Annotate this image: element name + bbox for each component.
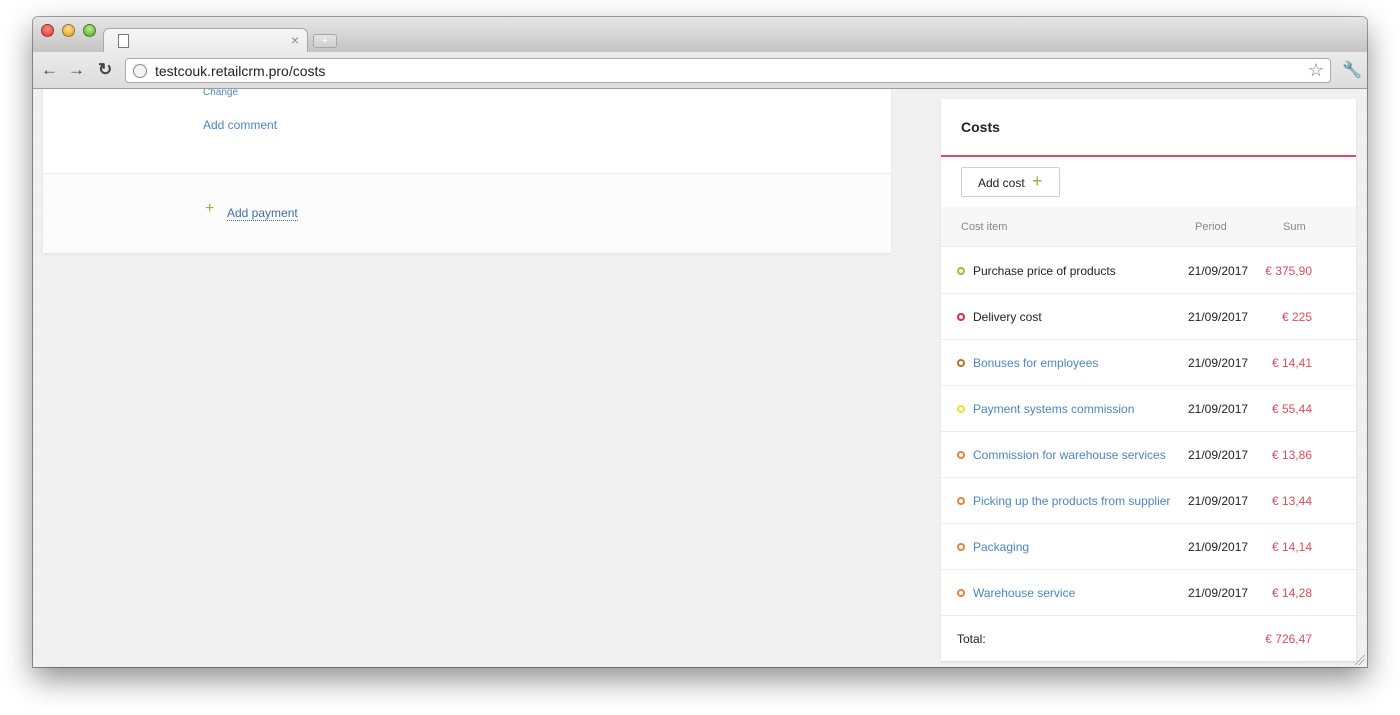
cost-item-name[interactable]: Commission for warehouse services [973, 448, 1166, 462]
cost-item-sum: € 13,86 [1271, 448, 1312, 462]
cost-item-period: 21/09/2017 [1188, 540, 1249, 554]
cost-item-name[interactable]: Picking up the products from supplier [973, 494, 1170, 508]
cost-item-period: 21/09/2017 [1188, 494, 1249, 508]
title-bar: × + [33, 17, 1367, 53]
divider [43, 173, 891, 174]
document-icon [118, 34, 129, 48]
total-row: Total: € 726,47 [941, 616, 1356, 660]
cost-item-name[interactable]: Bonuses for employees [973, 356, 1098, 370]
add-payment-link[interactable]: Add payment [227, 206, 298, 221]
cost-item-name: Purchase price of products [973, 264, 1116, 278]
add-cost-button[interactable]: Add cost + [961, 167, 1060, 197]
page-viewport: Change Add comment + Add payment Costs A… [33, 89, 1367, 667]
cost-item-name[interactable]: Payment systems commission [973, 402, 1134, 416]
payment-section [43, 174, 891, 253]
minimize-window-button[interactable] [62, 24, 75, 37]
costs-table-header: Cost item Period Sum [941, 207, 1356, 247]
table-row: Bonuses for employees 21/09/2017 € 14,41 [941, 340, 1356, 386]
cost-item-period: 21/09/2017 [1188, 586, 1249, 600]
cost-item-name[interactable]: Warehouse service [973, 586, 1075, 600]
total-label: Total: [957, 632, 986, 646]
cost-item-sum: € 14,41 [1271, 356, 1312, 370]
cost-item-name: Delivery cost [973, 310, 1042, 324]
change-link[interactable]: Change [203, 89, 238, 98]
table-row: Picking up the products from supplier 21… [941, 478, 1356, 524]
window-resize-grip[interactable] [1355, 655, 1365, 665]
add-cost-label: Add cost [978, 176, 1025, 190]
browser-toolbar: ← → ↻ testcouk.retailcrm.pro/costs ☆ 🔧 [33, 52, 1367, 89]
add-comment-link[interactable]: Add comment [203, 118, 277, 132]
total-sum: € 726,47 [1265, 632, 1312, 646]
back-arrow-icon[interactable]: ← [41, 60, 58, 80]
cost-item-sum: € 55,44 [1271, 402, 1312, 416]
cost-item-period: 21/09/2017 [1188, 356, 1249, 370]
costs-table-body: Purchase price of products 21/09/2017 € … [941, 248, 1356, 660]
plus-icon[interactable]: + [205, 201, 214, 217]
cost-item-period: 21/09/2017 [1188, 310, 1249, 324]
status-dot-icon [957, 543, 965, 551]
status-dot-icon [957, 589, 965, 597]
column-header-period: Period [1195, 221, 1227, 233]
column-header-sum: Sum [1283, 221, 1306, 233]
zoom-window-button[interactable] [83, 24, 96, 37]
close-window-button[interactable] [41, 24, 54, 37]
table-row: Payment systems commission 21/09/2017 € … [941, 386, 1356, 432]
forward-arrow-icon[interactable]: → [68, 60, 85, 80]
table-row: Delivery cost 21/09/2017 € 225 [941, 294, 1356, 340]
costs-title: Costs [961, 119, 1000, 135]
cost-item-sum: € 375,90 [1265, 264, 1312, 278]
wrench-icon[interactable]: 🔧 [1342, 60, 1362, 80]
browser-window: × + ← → ↻ testcouk.retailcrm.pro/costs ☆… [33, 17, 1367, 667]
costs-panel: Costs Add cost + Cost item Period Sum Pu… [941, 99, 1356, 661]
order-card: Change Add comment + Add payment [43, 89, 891, 253]
cost-item-sum: € 225 [1281, 310, 1312, 324]
url-text[interactable]: testcouk.retailcrm.pro/costs [155, 63, 325, 79]
cost-item-period: 21/09/2017 [1188, 402, 1249, 416]
table-row: Purchase price of products 21/09/2017 € … [941, 248, 1356, 294]
status-dot-icon [957, 359, 965, 367]
cost-item-period: 21/09/2017 [1188, 264, 1249, 278]
table-row: Packaging 21/09/2017 € 14,14 [941, 524, 1356, 570]
cost-item-sum: € 14,28 [1271, 586, 1312, 600]
costs-title-underline [941, 155, 1356, 157]
status-dot-icon [957, 405, 965, 413]
table-row: Warehouse service 21/09/2017 € 14,28 [941, 570, 1356, 616]
status-dot-icon [957, 313, 965, 321]
status-dot-icon [957, 267, 965, 275]
browser-tab[interactable]: × [103, 28, 308, 53]
status-dot-icon [957, 497, 965, 505]
new-tab-button[interactable]: + [313, 34, 337, 48]
status-dot-icon [957, 451, 965, 459]
bookmark-star-icon[interactable]: ☆ [1308, 60, 1324, 81]
table-row: Commission for warehouse services 21/09/… [941, 432, 1356, 478]
reload-icon[interactable]: ↻ [98, 60, 112, 80]
cost-item-sum: € 13,44 [1271, 494, 1312, 508]
column-header-cost-item: Cost item [961, 221, 1008, 233]
cost-item-sum: € 14,14 [1271, 540, 1312, 554]
plus-icon: + [1032, 171, 1043, 191]
cost-item-name[interactable]: Packaging [973, 540, 1029, 554]
cost-item-period: 21/09/2017 [1188, 448, 1249, 462]
globe-icon [133, 64, 147, 78]
tab-close-icon[interactable]: × [291, 32, 299, 48]
address-bar[interactable]: testcouk.retailcrm.pro/costs ☆ [125, 58, 1331, 83]
